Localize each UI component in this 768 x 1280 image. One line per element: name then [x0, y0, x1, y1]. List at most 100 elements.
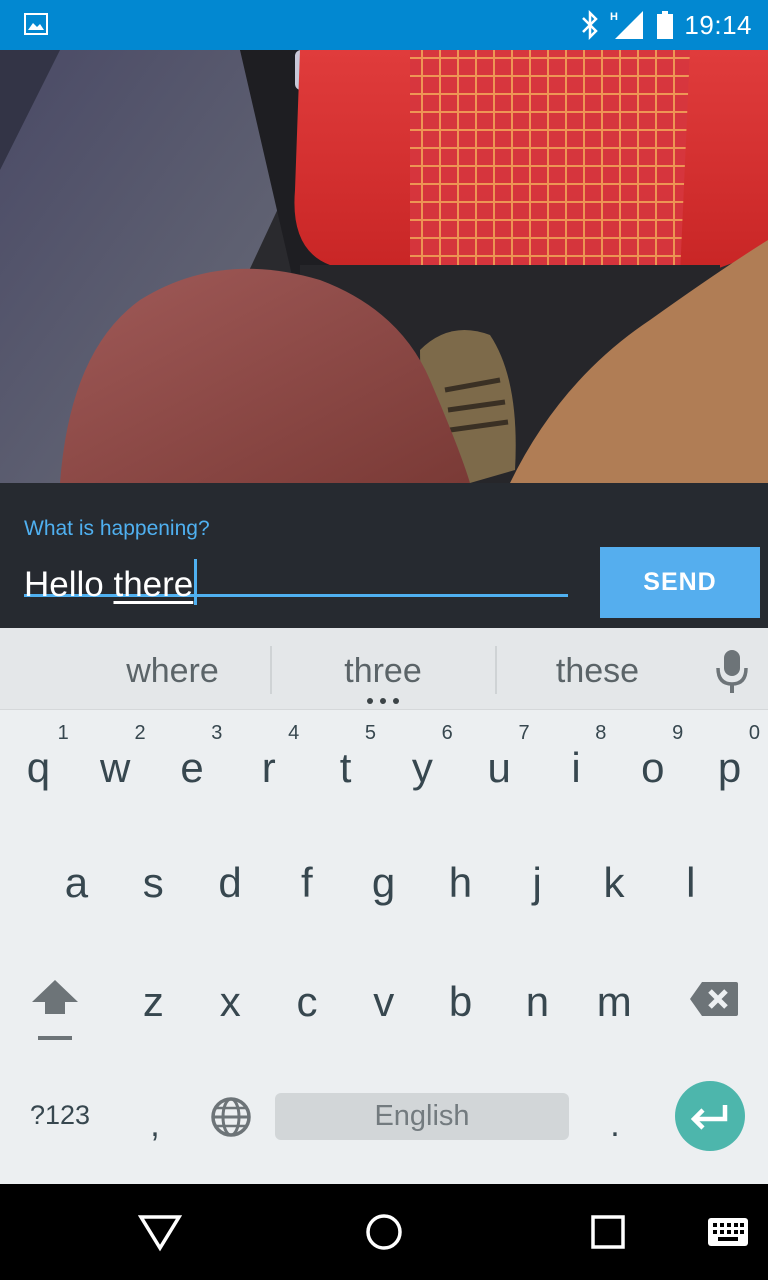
key-hint-7: 7 [518, 722, 530, 744]
shift-key[interactable] [28, 978, 82, 1042]
key-hint-3: 3 [211, 722, 223, 744]
composing-text: there [113, 565, 194, 604]
key-label: v [373, 978, 395, 1025]
backspace-icon [690, 982, 738, 1016]
send-button[interactable]: SEND [600, 547, 760, 618]
enter-key[interactable] [675, 1081, 745, 1151]
key-j[interactable]: j [499, 833, 576, 933]
symbols-key-label: ?123 [29, 1100, 91, 1130]
gallery-notification-icon [24, 13, 48, 35]
key-label: u [487, 744, 511, 791]
shift-arrow-icon [32, 980, 78, 1014]
key-p[interactable]: 0p [691, 718, 768, 818]
status-text-value: Hello there [24, 559, 198, 605]
key-label: h [448, 859, 473, 906]
key-label: k [603, 859, 625, 906]
key-hint-8: 8 [595, 722, 607, 744]
key-k[interactable]: k [576, 833, 653, 933]
key-label: q [26, 744, 51, 791]
key-label: r [261, 744, 276, 791]
bluetooth-icon [582, 10, 599, 40]
clock: 19:14 [684, 9, 752, 40]
network-type-label: H [610, 11, 618, 23]
key-label: f [300, 859, 313, 906]
key-hint-2: 2 [134, 722, 146, 744]
backspace-key[interactable] [688, 980, 740, 1018]
battery-icon [657, 11, 674, 39]
photo-preview [0, 50, 768, 483]
key-i[interactable]: 8i [538, 718, 615, 818]
status-text-input[interactable]: Hello there [24, 551, 568, 605]
soft-keyboard: where three these 1q2w3e4r5t6y7u8i9o0p a… [0, 628, 768, 1184]
key-v[interactable]: v [345, 948, 422, 1048]
key-u[interactable]: 7u [461, 718, 538, 818]
key-n[interactable]: n [499, 948, 576, 1048]
key-hint-4: 4 [288, 722, 300, 744]
key-w[interactable]: 2w [77, 718, 154, 818]
home-icon[interactable] [364, 1212, 404, 1252]
comma-key[interactable]: , [130, 1106, 180, 1146]
key-label: z [142, 978, 164, 1025]
key-label: y [411, 744, 433, 791]
key-z[interactable]: z [115, 948, 192, 1048]
compose-hint-label: What is happening? [24, 517, 210, 540]
key-t[interactable]: 5t [307, 718, 384, 818]
key-label: n [525, 978, 550, 1025]
key-b[interactable]: b [422, 948, 499, 1048]
suggestion-divider [495, 646, 497, 694]
key-hint-9: 9 [672, 722, 684, 744]
key-a[interactable]: a [38, 833, 115, 933]
space-bar[interactable]: English [275, 1093, 569, 1140]
key-label: x [219, 978, 241, 1025]
key-label: p [717, 744, 742, 791]
key-y[interactable]: 6y [384, 718, 461, 818]
globe-icon[interactable] [210, 1096, 252, 1138]
suggestion-where[interactable]: where [75, 628, 270, 710]
key-hint-6: 6 [441, 722, 453, 744]
key-h[interactable]: h [422, 833, 499, 933]
key-hint-0: 0 [748, 722, 760, 744]
microphone-icon[interactable] [714, 648, 750, 694]
comma-key-label: , [150, 1106, 160, 1144]
suggestion-these[interactable]: these [500, 628, 695, 710]
committed-text: Hello [24, 565, 114, 604]
more-suggestions-indicator [367, 698, 399, 704]
keyboard-switch-icon[interactable] [706, 1216, 750, 1248]
symbols-key[interactable]: ?123 [10, 1100, 110, 1140]
back-icon[interactable] [138, 1212, 182, 1252]
compose-panel: What is happening? Hello there SEND [0, 483, 768, 628]
shift-underline [38, 1036, 72, 1040]
navigation-bar [0, 1184, 768, 1280]
key-label: e [180, 744, 204, 791]
key-label: d [218, 859, 242, 906]
key-l[interactable]: l [652, 833, 729, 933]
key-e[interactable]: 3e [154, 718, 231, 818]
key-c[interactable]: c [269, 948, 346, 1048]
key-hint-5: 5 [364, 722, 376, 744]
status-bar: H 19:14 [0, 0, 768, 50]
key-q[interactable]: 1q [0, 718, 77, 818]
key-label: g [371, 859, 396, 906]
key-g[interactable]: g [345, 833, 422, 933]
key-label: m [596, 978, 632, 1025]
cell-signal-icon: H [610, 11, 644, 39]
key-s[interactable]: s [115, 833, 192, 933]
key-label: t [339, 744, 352, 791]
key-r[interactable]: 4r [230, 718, 307, 818]
status-icons: H 19:14 [580, 0, 752, 50]
key-label: s [142, 859, 164, 906]
key-label: l [686, 859, 696, 906]
key-label: a [64, 859, 89, 906]
recents-icon[interactable] [590, 1214, 626, 1250]
key-hint-1: 1 [57, 722, 69, 744]
period-key[interactable]: . [590, 1106, 640, 1146]
enter-arrow-icon [690, 1105, 728, 1130]
key-o[interactable]: 9o [614, 718, 691, 818]
key-label: c [296, 978, 318, 1025]
key-m[interactable]: m [576, 948, 653, 1048]
key-label: j [532, 859, 542, 906]
key-label: i [571, 744, 581, 791]
key-x[interactable]: x [192, 948, 269, 1048]
key-d[interactable]: d [192, 833, 269, 933]
key-f[interactable]: f [268, 833, 345, 933]
